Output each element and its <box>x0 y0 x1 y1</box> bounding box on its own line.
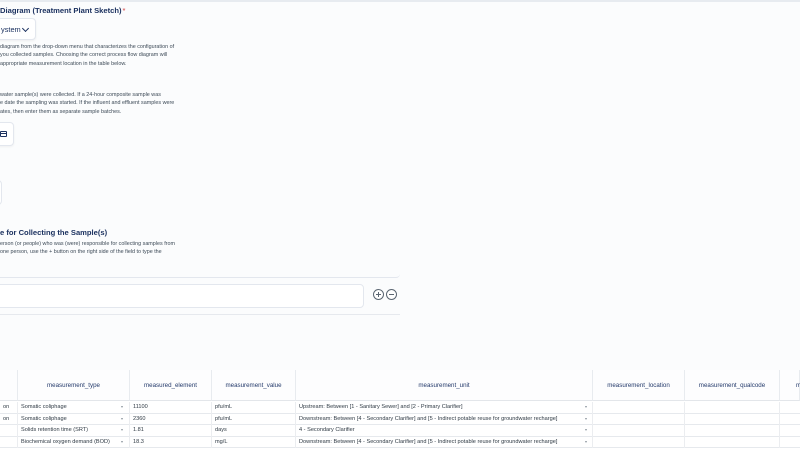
measurement-value-cell[interactable]: days <box>212 425 296 437</box>
collector-help-line: one person, use the + button on the righ… <box>0 249 162 256</box>
collector-panel <box>0 264 400 278</box>
diagram-help-line: appropriate measurement location in the … <box>0 60 127 67</box>
measurement-type-cell[interactable]: Somatic coliphage <box>18 413 130 425</box>
row-prefix-cell[interactable]: on <box>0 413 18 425</box>
column-header-measurement-location[interactable]: measurement_location <box>593 370 685 401</box>
table-row: on Somatic coliphage ▾ 11100 pfu/mL Upst… <box>0 402 800 414</box>
dropdown-tick-icon[interactable]: ▾ <box>121 425 123 435</box>
diagram-title-text: Diagram (Treatment Plant Sketch) <box>0 6 122 15</box>
partial-input-field[interactable] <box>0 180 2 205</box>
dropdown-tick-icon[interactable]: ▾ <box>585 402 587 412</box>
table-row: Biochemical oxygen demand (BOD) ▾ 18.3 m… <box>0 436 800 448</box>
date-help-line: water sample(s) were collected. If a 24-… <box>0 92 161 98</box>
measurement-unit-cell[interactable]: Downstream: Between [4 - Secondary Clari… <box>296 436 593 448</box>
date-help-line: ates, then enter them as separate sample… <box>0 108 122 115</box>
dropdown-tick-icon[interactable]: ▾ <box>121 437 123 447</box>
column-header-measurement-value[interactable]: measurement_value <box>212 370 296 401</box>
measurement-location-cell[interactable] <box>593 436 685 448</box>
table-row: on Somatic coliphage ▾ 2360 pfu/mL Downs… <box>0 413 800 425</box>
diagram-dropdown[interactable]: ystem <box>0 18 36 40</box>
date-picker-button[interactable] <box>0 122 14 146</box>
dropdown-tick-icon[interactable]: ▾ <box>585 437 587 447</box>
measurement-value-cell[interactable]: pfu/mL <box>212 402 296 414</box>
diagram-dropdown-value: ystem <box>1 25 21 34</box>
dropdown-tick-icon[interactable]: ▾ <box>121 402 123 412</box>
measurement-unit-cell[interactable]: Upstream: Between [1 - Sanitary Sewer] a… <box>296 402 593 414</box>
dropdown-tick-icon[interactable]: ▾ <box>585 425 587 435</box>
measurement-value-cell[interactable]: mg/L <box>212 436 296 448</box>
remove-collector-button[interactable] <box>386 289 397 300</box>
minus-icon <box>389 294 394 295</box>
row-prefix-cell[interactable] <box>0 425 18 437</box>
measurement-unit-cell[interactable]: Downstream: Between [4 - Secondary Clari… <box>296 413 593 425</box>
top-border <box>0 0 800 2</box>
chevron-down-icon <box>21 24 30 33</box>
dropdown-tick-icon[interactable]: ▾ <box>121 414 123 424</box>
plus-icon-vertical <box>378 292 379 297</box>
column-header-measurement-qualcode[interactable]: measurement_qualcode <box>685 370 780 401</box>
row-prefix-cell[interactable]: on <box>0 402 18 414</box>
collector-help-text: erson (or people) who was (were) respons… <box>0 240 175 257</box>
section-divider <box>0 314 400 315</box>
measured-element-cell[interactable]: 2360 <box>130 413 212 425</box>
diagram-help-line: you collected samples. Choosing the corr… <box>0 52 168 59</box>
column-header-measurement-unit[interactable]: measurement_unit <box>296 370 593 401</box>
measurement-type-cell[interactable]: Somatic coliphage <box>18 402 130 414</box>
measured-element-cell[interactable]: 1.81 <box>130 425 212 437</box>
measurements-table: measurement_type measured_element measur… <box>0 370 800 450</box>
measurement-type-cell[interactable]: Solids retention time (SRT) <box>18 425 130 437</box>
measurement-type-cell[interactable]: Biochemical oxygen demand (BOD) <box>18 436 130 448</box>
measurement-unit-cell[interactable]: 4 - Secondary Clarifier <box>296 425 593 437</box>
column-header-partial[interactable] <box>0 370 18 401</box>
measurement-location-cell[interactable] <box>593 413 685 425</box>
measurement-value-cell[interactable]: pfu/mL <box>212 413 296 425</box>
row-prefix-cell[interactable] <box>0 436 18 448</box>
measurement-qualcode-cell[interactable] <box>685 413 780 425</box>
add-collector-button[interactable] <box>373 289 384 300</box>
diagram-section-title: Diagram (Treatment Plant Sketch)* <box>0 6 126 15</box>
collector-help-line: erson (or people) who was (were) respons… <box>0 241 175 247</box>
diagram-help-text: diagram from the drop-down menu that cha… <box>0 43 174 68</box>
measurement-location-cell[interactable] <box>593 425 685 437</box>
diagram-help-line: diagram from the drop-down menu that cha… <box>0 44 175 50</box>
column-header-next[interactable]: m <box>780 370 800 401</box>
measurement-qualcode-cell[interactable] <box>685 436 780 448</box>
measurement-qualcode-cell[interactable] <box>685 425 780 437</box>
date-help-line: e date the sampling was started. If the … <box>0 100 175 107</box>
table-row: Solids retention time (SRT) ▾ 1.81 days … <box>0 425 800 437</box>
measured-element-cell[interactable]: 18.3 <box>130 436 212 448</box>
column-header-measured-element[interactable]: measured_element <box>130 370 212 401</box>
collector-name-input[interactable] <box>0 284 364 308</box>
measurement-qualcode-cell[interactable] <box>685 402 780 414</box>
column-header-measurement-type[interactable]: measurement_type <box>18 370 130 401</box>
date-help-text: water sample(s) were collected. If a 24-… <box>0 91 174 116</box>
calendar-icon <box>0 131 7 137</box>
measurement-location-cell[interactable] <box>593 402 685 414</box>
measured-element-cell[interactable]: 11100 <box>130 402 212 414</box>
required-mark: * <box>122 6 126 15</box>
collector-section-title: e for Collecting the Sample(s) <box>0 228 108 237</box>
dropdown-tick-icon[interactable]: ▾ <box>585 414 587 424</box>
